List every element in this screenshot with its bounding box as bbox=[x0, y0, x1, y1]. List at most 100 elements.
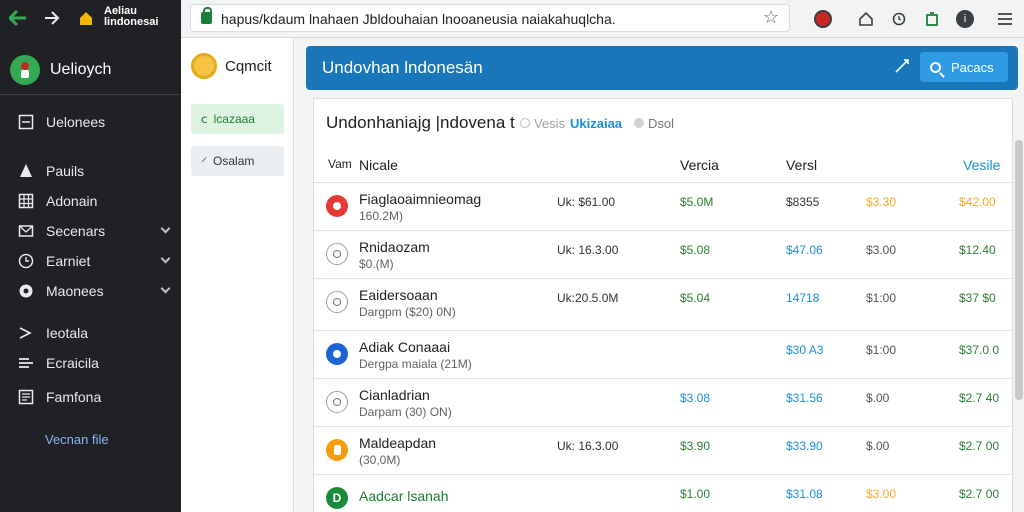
info-button[interactable]: i bbox=[954, 8, 976, 30]
avatar: D bbox=[326, 487, 348, 509]
brand-logo-icon bbox=[10, 55, 40, 85]
back-arrow-icon bbox=[9, 10, 26, 26]
radio-icon bbox=[520, 118, 530, 128]
avatar bbox=[326, 391, 348, 413]
address-bar[interactable]: hapus/kdaum lnahaen Jbldouhaian lnooaneu… bbox=[190, 4, 790, 32]
check-icon: ⅽ bbox=[201, 112, 208, 126]
row-value-1: $3.90 bbox=[680, 439, 711, 453]
row-value-2: $8355 bbox=[786, 195, 820, 209]
row-value-2: $30 A3 bbox=[786, 343, 824, 357]
card-sub-filter-1[interactable]: Vesis bbox=[520, 116, 565, 131]
secondary-button-active[interactable]: ⅽ lcazaaa bbox=[191, 104, 284, 134]
home-button[interactable] bbox=[74, 6, 98, 30]
sidebar-item-7[interactable]: Ieotala bbox=[0, 320, 181, 346]
back-button[interactable] bbox=[6, 6, 30, 30]
sidebar-item-6[interactable]: Maonees bbox=[0, 278, 181, 304]
grid-icon bbox=[18, 193, 34, 209]
share-icon bbox=[18, 325, 34, 341]
card-sub-filter-3[interactable]: Dsol bbox=[634, 116, 674, 131]
secondary-panel-header: Cqmcit bbox=[191, 52, 272, 80]
sidebar-footer-link[interactable]: Vecnan file bbox=[45, 432, 109, 447]
table-row[interactable]: Cianladrian Darpam (30) ON) $3.08 $31.56… bbox=[314, 379, 1014, 427]
person-icon bbox=[18, 163, 34, 179]
sidebar-item-label: Famfona bbox=[46, 389, 102, 405]
row-name: Maldeapdan bbox=[359, 435, 437, 451]
row-value-4: $37.0 0 bbox=[959, 343, 1000, 357]
forward-button[interactable] bbox=[40, 6, 64, 30]
row-value-3: $3.00 bbox=[866, 487, 897, 501]
sidebar-item-8[interactable]: Ecraicila bbox=[0, 350, 181, 376]
row-value-2: $33.90 bbox=[786, 439, 823, 453]
coin-icon bbox=[191, 53, 217, 79]
table-row[interactable]: Fiaglaoaimnieomag 160.2M) Uk: $61.00 $5.… bbox=[314, 183, 1014, 231]
row-value-4: $12.40 bbox=[959, 243, 996, 257]
column-header-5[interactable]: Vesile bbox=[963, 157, 1000, 173]
profile-avatar[interactable] bbox=[812, 8, 834, 30]
chevron-down-icon[interactable] bbox=[160, 253, 171, 264]
row-value-3: $.00 bbox=[866, 439, 890, 453]
table-row[interactable]: Rnidaozam $0.(M) Uk: 16.3.00 $5.08 $47.0… bbox=[314, 231, 1014, 279]
sidebar-item-9[interactable]: Famfona bbox=[0, 384, 181, 410]
column-header-1[interactable]: Vam bbox=[328, 157, 352, 171]
sidebar-item-label: Maonees bbox=[46, 283, 104, 299]
row-value-3: $1:00 bbox=[866, 291, 897, 305]
home-outline-icon bbox=[859, 12, 873, 26]
sidebar-item-label: Adonain bbox=[46, 193, 98, 209]
bookmark-star-icon[interactable]: ☆ bbox=[763, 7, 779, 28]
browser-toolbar: Aeliau lindonesai hapus/kdaum lnahaen Jb… bbox=[0, 0, 1024, 38]
row-value-3: $3.30 bbox=[866, 195, 897, 209]
row-sub: 160.2M) bbox=[359, 209, 404, 223]
menu-button[interactable] bbox=[994, 8, 1016, 30]
clock-icon bbox=[18, 253, 34, 269]
info-icon: i bbox=[956, 10, 974, 28]
sidebar-item-1[interactable]: Uelonees bbox=[0, 109, 181, 135]
column-header-3[interactable]: Vercia bbox=[680, 157, 719, 173]
sidebar-divider bbox=[0, 94, 181, 95]
brand[interactable]: Uelioych bbox=[10, 52, 181, 88]
avatar bbox=[326, 439, 348, 461]
card-sub-filter-2[interactable]: Ukizaiaa bbox=[570, 116, 622, 131]
sidebar-item-5[interactable]: Earniet bbox=[0, 248, 181, 274]
table-row[interactable]: D Aadcar lsanah $1.00 $31.08 $3.00 $2.7 … bbox=[314, 475, 1014, 512]
lock-icon bbox=[201, 7, 212, 24]
dot-icon bbox=[634, 118, 644, 128]
search-icon bbox=[930, 61, 941, 73]
row-sub: $0.(M) bbox=[359, 257, 394, 271]
sidebar-item-label: Ecraicila bbox=[46, 355, 99, 371]
row-value-3: $.00 bbox=[866, 391, 890, 405]
row-name: Eaidersoaan bbox=[359, 287, 438, 303]
avatar bbox=[326, 195, 348, 217]
home-toolbar-button[interactable] bbox=[855, 8, 877, 30]
envelope-icon bbox=[18, 223, 34, 239]
row-value-4: $2.7 00 bbox=[959, 439, 1000, 453]
edit-check-icon[interactable] bbox=[894, 58, 910, 74]
table-row[interactable]: Adiak Conaaai Dergpa maiala (21M) $30 A3… bbox=[314, 331, 1014, 379]
sidebar-item-label: Earniet bbox=[46, 253, 91, 269]
table-row[interactable]: Maldeapdan (30,0M) Uk: 16.3.00 $3.90 $33… bbox=[314, 427, 1014, 475]
sidebar-item-4[interactable]: Secenars bbox=[0, 218, 181, 244]
column-header-2[interactable]: Nicale bbox=[359, 157, 398, 173]
row-sub: Dergpa maiala (21M) bbox=[359, 357, 472, 371]
search-button[interactable]: Pacacs bbox=[920, 52, 1008, 82]
extension-button[interactable] bbox=[921, 8, 943, 30]
card-title: Undonhaniajg |ndovena t bbox=[326, 113, 515, 132]
row-value-1: $5.04 bbox=[680, 291, 711, 305]
content-card: Undonhaniajg |ndovena t Vesis Ukizaiaa D… bbox=[313, 98, 1014, 512]
history-button[interactable] bbox=[888, 8, 910, 30]
tool-icon: ⸍ bbox=[201, 154, 208, 169]
table-row[interactable]: Eaidersoaan Dargpm ($20) 0N) Uk:20.5.0M … bbox=[314, 279, 1014, 331]
sidebar-item-2[interactable]: Pauils bbox=[0, 158, 181, 184]
chevron-down-icon[interactable] bbox=[160, 223, 171, 234]
column-header-4[interactable]: Versl bbox=[786, 157, 817, 173]
browser-toolbar-left: Aeliau lindonesai bbox=[0, 0, 181, 38]
row-price: Uk:20.5.0M bbox=[557, 291, 619, 305]
table-header: Vam Nicale Vercia Versl Vesile bbox=[314, 147, 1014, 183]
sidebar-item-label: Uelonees bbox=[46, 114, 106, 130]
main-scrollbar[interactable] bbox=[1015, 140, 1023, 400]
secondary-button[interactable]: ⸍ Osalam bbox=[191, 146, 284, 176]
row-sub: Darpam (30) ON) bbox=[359, 405, 452, 419]
row-value-4: $42.00 bbox=[959, 195, 996, 209]
sidebar-item-3[interactable]: Adonain bbox=[0, 188, 181, 214]
chevron-down-icon[interactable] bbox=[160, 283, 171, 294]
extension-icon bbox=[926, 12, 938, 26]
